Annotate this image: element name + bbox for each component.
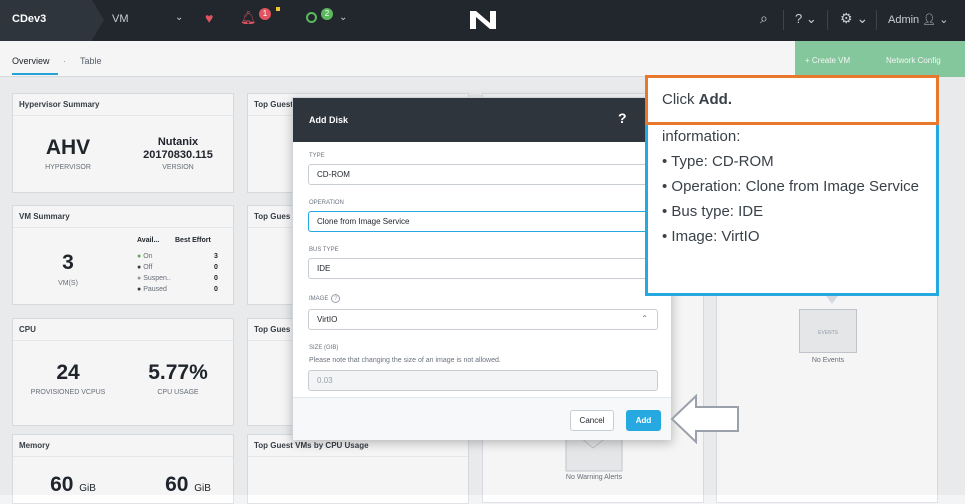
info-icon[interactable]: ?	[331, 294, 341, 303]
help-icon[interactable]: ? ⌄	[795, 11, 817, 27]
nutanix-logo-icon	[470, 11, 496, 29]
cancel-button[interactable]: Cancel	[570, 410, 614, 431]
image-select[interactable]: VirtIO ⌃	[308, 309, 658, 330]
search-icon[interactable]: ⌕	[760, 10, 768, 27]
alert-count-badge: 1	[259, 8, 271, 20]
click-add-callout: Click Add.	[645, 75, 939, 125]
type-select[interactable]: CD-ROM	[308, 164, 658, 185]
gear-icon[interactable]: ⚙ ⌄	[840, 10, 868, 27]
instruction-item: • Type: CD-ROM	[662, 153, 774, 170]
user-name: Admin	[888, 14, 920, 26]
type-label: TYPE	[309, 153, 325, 159]
add-disk-dialog: Add Disk ? TYPE CD-ROM OPERATION Clone f…	[292, 97, 672, 440]
size-label: SIZE (GIB)	[309, 345, 339, 351]
alert-bell-icon[interactable]: 🔔︎	[240, 10, 257, 26]
section-menu[interactable]: VM	[112, 13, 129, 25]
user-menu[interactable]: Admin 👤︎ ⌄	[888, 13, 949, 26]
bus-type-select[interactable]: IDE	[308, 258, 658, 279]
help-icon[interactable]: ?	[618, 110, 627, 126]
operation-label: OPERATION	[309, 200, 344, 206]
health-heart-icon[interactable]: ♥	[205, 10, 213, 26]
bus-type-label: BUS TYPE	[309, 247, 339, 253]
chevron-up-icon: ⌃	[641, 314, 648, 323]
image-label: IMAGE?	[309, 294, 341, 303]
callout-text: Click	[662, 91, 699, 108]
image-value: VirtIO	[317, 315, 338, 324]
instruction-heading: information:	[662, 128, 741, 145]
add-button[interactable]: Add	[626, 410, 661, 431]
task-circle-icon[interactable]	[306, 12, 317, 23]
dialog-title: Add Disk	[309, 115, 349, 125]
cluster-name[interactable]: CDev3	[0, 0, 104, 41]
task-count-badge: 2	[321, 8, 333, 20]
instruction-item: • Operation: Clone from Image Service	[662, 178, 920, 195]
chevron-down-icon[interactable]: ⌄	[339, 12, 347, 23]
user-icon: 👤︎ ⌄	[922, 14, 949, 26]
bus-type-value: IDE	[317, 264, 331, 273]
callout-bold-text: Add.	[698, 91, 732, 108]
dialog-footer: Cancel Add	[293, 397, 671, 440]
image-label-text: IMAGE	[309, 296, 329, 302]
size-note: Please note that changing the size of an…	[309, 357, 501, 364]
instruction-item: • Bus type: IDE	[662, 203, 764, 220]
top-bar: CDev3 VM ⌄ ♥ 🔔︎ 1 2 ⌄ ⌕ ? ⌄ ⚙ ⌄ Admin 👤︎…	[0, 0, 965, 41]
size-value: 0.03	[317, 376, 333, 385]
alert-marker-icon	[276, 7, 280, 11]
divider	[876, 10, 877, 30]
instruction-callout: information: • Type: CD-ROM • Operation:…	[645, 112, 939, 296]
dialog-header: Add Disk ?	[293, 98, 671, 142]
type-value: CD-ROM	[317, 170, 350, 179]
operation-value: Clone from Image Service	[317, 217, 410, 226]
instruction-item: • Image: VirtIO	[662, 228, 760, 245]
divider	[827, 10, 828, 30]
divider	[783, 10, 784, 30]
instruction-list: information: • Type: CD-ROM • Operation:…	[662, 125, 928, 253]
size-input: 0.03	[308, 370, 658, 391]
pointer-arrow-icon	[670, 394, 739, 444]
chevron-down-icon[interactable]: ⌄	[175, 12, 183, 23]
operation-select[interactable]: Clone from Image Service	[308, 211, 658, 232]
